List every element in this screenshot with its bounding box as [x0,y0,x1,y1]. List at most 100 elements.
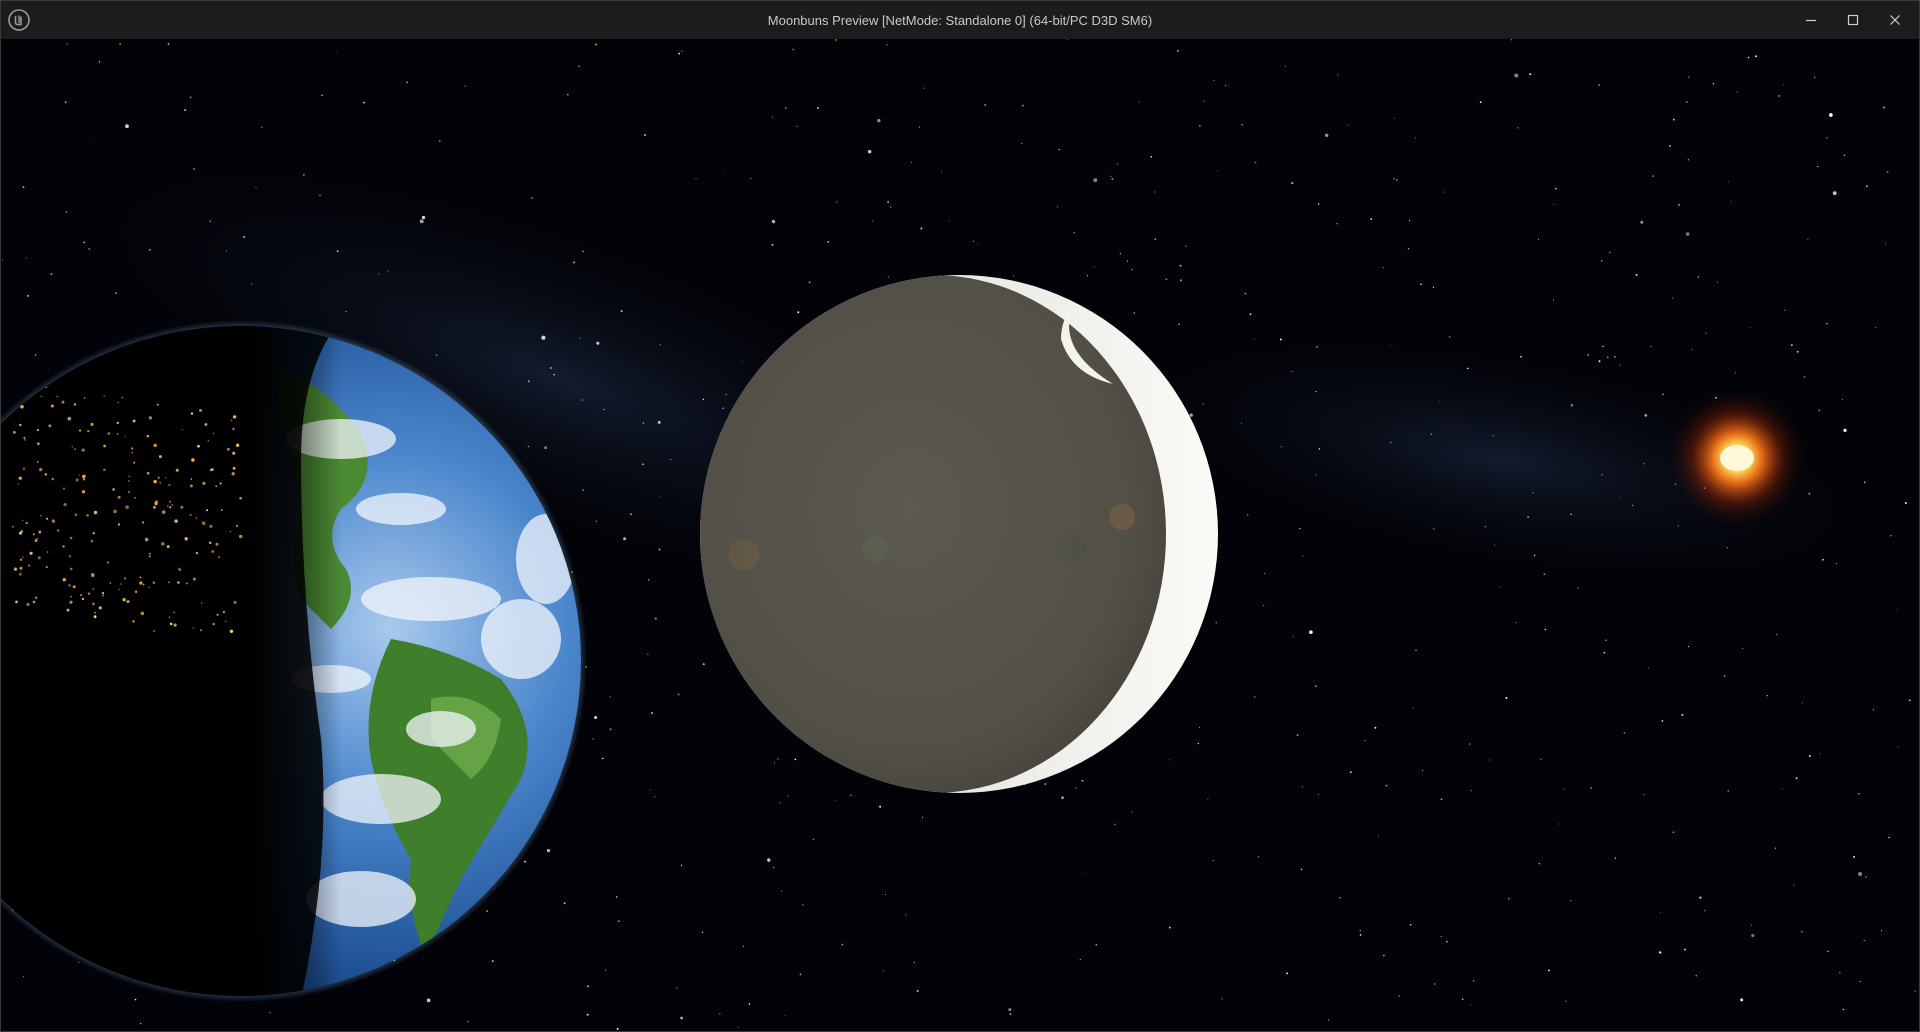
star [491,960,494,963]
star [1212,859,1214,862]
star [1438,401,1440,403]
star [1801,702,1803,704]
star [1727,790,1729,792]
star [910,161,913,163]
star [1407,247,1410,250]
city-light [51,519,56,523]
star [1515,622,1517,624]
star [773,866,775,868]
star [1489,759,1491,761]
game-viewport[interactable] [1,39,1919,1031]
city-light [103,444,107,448]
city-light [153,630,155,632]
star [649,789,651,791]
star [701,931,704,934]
star [651,712,653,714]
star [546,848,551,853]
star [1499,586,1501,588]
star [1309,630,1313,634]
city-light [40,395,43,398]
star [1473,980,1475,982]
star [1843,428,1847,433]
minimize-button[interactable] [1790,1,1832,39]
star [1318,793,1319,795]
star [741,361,743,363]
star [1644,414,1648,417]
star [1383,954,1385,957]
city-light [192,577,196,581]
star [1110,175,1112,177]
city-light [116,432,119,435]
star [1240,423,1242,425]
city-light [82,477,86,481]
star [940,170,942,173]
star [1299,527,1301,530]
close-button[interactable] [1874,1,1916,39]
title-bar[interactable]: Moonbuns Preview [NetMode: Standalone 0]… [1,1,1919,40]
star [527,380,530,383]
star [1178,323,1180,326]
city-light [120,583,122,585]
city-light [177,567,180,569]
city-light [215,542,219,546]
city-light [222,611,225,614]
star [916,989,919,992]
city-light [75,478,79,482]
star [1601,474,1603,476]
star [1215,621,1218,624]
city-light [98,606,102,610]
city-light [148,552,152,555]
star [799,973,802,976]
star [1659,911,1661,913]
city-light [117,402,119,404]
city-light [62,577,67,582]
star [1244,292,1247,295]
star [1671,297,1674,299]
star [779,802,781,804]
star [850,794,852,797]
city-light [131,451,134,454]
star [1727,181,1729,183]
star [653,796,656,798]
star [1315,474,1317,476]
city-light [22,556,24,559]
star [1609,251,1611,253]
star [1839,971,1841,974]
star [1349,771,1352,774]
star [1279,338,1282,341]
minimize-icon [1806,19,1816,22]
star [623,537,627,541]
city-light [90,422,94,426]
star [1814,76,1816,79]
star [1505,697,1508,699]
star [530,197,533,199]
star [1446,940,1448,943]
star [1286,972,1289,975]
star [1605,639,1607,641]
star [1389,344,1391,346]
star [1598,84,1600,86]
city-light [142,521,145,524]
star [226,250,227,252]
city-light [113,509,117,514]
city-light [200,629,202,631]
star [1126,260,1129,262]
city-light [175,468,179,472]
star [784,1014,786,1016]
star [1766,695,1768,697]
star [836,201,838,203]
unreal-engine-logo-icon[interactable] [8,9,30,31]
star [1598,360,1601,363]
maximize-button[interactable] [1832,1,1874,39]
star [50,273,53,276]
city-light [127,490,131,494]
star [1168,926,1171,929]
star [595,43,597,46]
star [1677,524,1680,527]
star [1433,528,1435,530]
star [1652,175,1655,177]
city-light [195,517,198,519]
city-light [134,590,138,593]
city-light [74,448,76,450]
star [1540,758,1542,760]
